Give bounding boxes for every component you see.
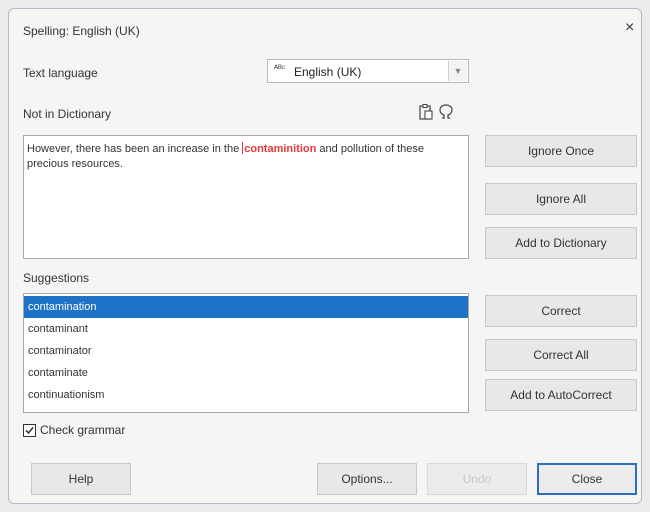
text-language-value: English (UK) <box>294 65 362 79</box>
misspelled-word: contaminition <box>244 143 317 155</box>
chevron-down-icon[interactable]: ▼ <box>448 61 467 81</box>
add-to-autocorrect-button[interactable]: Add to AutoCorrect <box>485 379 637 411</box>
text-language-select[interactable]: ᴬᴮᶜ English (UK) ▼ <box>267 59 469 83</box>
text-language-label: Text language <box>23 66 98 80</box>
close-icon[interactable]: × <box>625 20 634 36</box>
ignore-all-button[interactable]: Ignore All <box>485 183 637 215</box>
checkbox-checked-icon[interactable] <box>23 423 36 437</box>
help-button[interactable]: Help <box>31 463 131 495</box>
not-in-dictionary-label: Not in Dictionary <box>23 107 112 121</box>
suggestions-label: Suggestions <box>23 271 90 285</box>
suggestions-list[interactable]: contamination contaminant contaminator c… <box>23 293 469 413</box>
spelling-dialog: Spelling: English (UK) × Text language ᴬ… <box>8 8 642 504</box>
undo-button: Undo <box>427 463 527 495</box>
special-character-icon[interactable] <box>437 103 455 121</box>
dialog-title: Spelling: English (UK) <box>23 24 140 38</box>
ignore-once-button[interactable]: Ignore Once <box>485 135 637 167</box>
correct-button[interactable]: Correct <box>485 295 637 327</box>
suggestion-item[interactable]: contaminant <box>24 318 468 340</box>
suggestion-item[interactable]: contaminator <box>24 340 468 362</box>
text-language-label-text: Text language <box>23 66 98 80</box>
suggestion-item[interactable]: contamination <box>24 296 468 318</box>
language-abc-icon: ᴬᴮᶜ <box>274 63 285 73</box>
not-in-dictionary-textarea[interactable]: However, there has been an increase in t… <box>23 135 469 259</box>
check-grammar-checkbox[interactable]: Check grammar <box>23 423 125 437</box>
options-button[interactable]: Options... <box>317 463 417 495</box>
sentence-text-before: However, there has been an increase in t… <box>27 143 243 155</box>
paste-icon[interactable] <box>417 103 435 121</box>
check-grammar-label: Check grammar <box>40 423 126 437</box>
suggestion-item[interactable]: continuationism <box>24 384 468 406</box>
add-to-dictionary-button[interactable]: Add to Dictionary <box>485 227 637 259</box>
suggestion-item[interactable]: contaminate <box>24 362 468 384</box>
close-button[interactable]: Close <box>537 463 637 495</box>
correct-all-button[interactable]: Correct All <box>485 339 637 371</box>
